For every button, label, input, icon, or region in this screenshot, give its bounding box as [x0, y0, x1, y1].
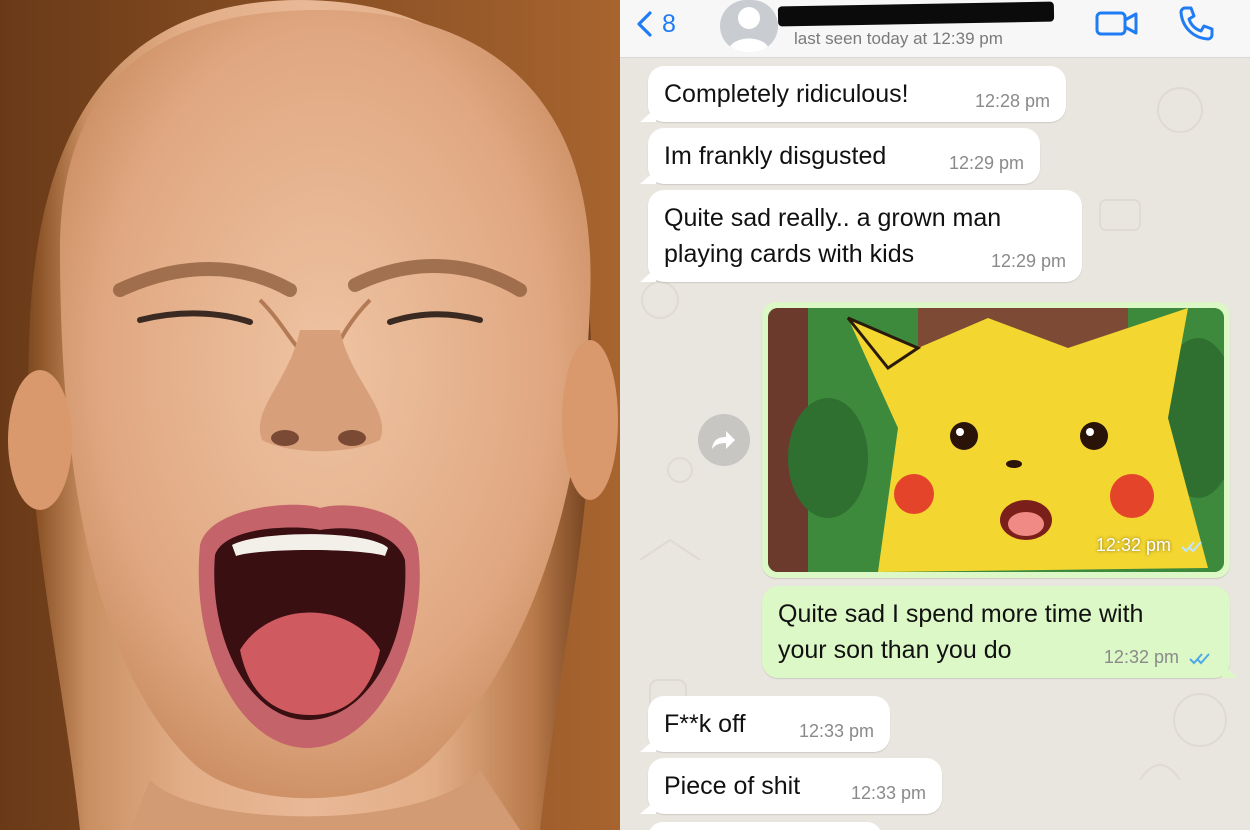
- message-time: 12:33 pm: [798, 721, 874, 741]
- screaming-woman-photo: [0, 0, 620, 830]
- chat-screen: 8 last seen today at 12:39 pm Completely…: [620, 0, 1250, 830]
- double-check-read-icon: [1189, 653, 1210, 665]
- message-bubble-incoming-partial[interactable]: [648, 822, 882, 830]
- back-button[interactable]: 8: [634, 6, 694, 42]
- phone-icon: [1179, 6, 1214, 41]
- message-time: 12:28 pm: [974, 91, 1050, 111]
- contact-avatar[interactable]: [720, 0, 778, 52]
- message-time: 12:29 pm: [948, 153, 1024, 173]
- message-bubble-incoming[interactable]: Quite sad really.. a grown man playing c…: [648, 190, 1082, 282]
- message-time: 12:32 pm: [1104, 647, 1214, 668]
- image-message-bubble[interactable]: 12:32 pm: [762, 302, 1230, 578]
- avatar-placeholder-icon: [728, 7, 770, 52]
- last-seen-status: last seen today at 12:39 pm: [794, 29, 1003, 48]
- video-call-icon: [1095, 11, 1138, 36]
- forward-arrow-icon: [712, 431, 735, 449]
- double-check-read-icon: [1181, 541, 1202, 553]
- message-bubble-incoming[interactable]: Im frankly disgusted 12:29 pm: [648, 128, 1040, 184]
- chevron-left-icon: [637, 11, 652, 37]
- message-bubble-incoming[interactable]: Piece of shit 12:33 pm: [648, 758, 942, 814]
- chat-header: 8 last seen today at 12:39 pm: [620, 0, 1250, 58]
- message-bubble-outgoing[interactable]: Quite sad I spend more time with your so…: [762, 586, 1230, 678]
- surprised-pikachu-image[interactable]: 12:32 pm: [768, 308, 1224, 572]
- message-time: 12:29 pm: [990, 251, 1066, 271]
- forward-button[interactable]: [698, 414, 750, 466]
- contact-name-redacted[interactable]: [777, 1, 1055, 27]
- voice-call-button[interactable]: [1176, 4, 1216, 42]
- unread-count: 8: [662, 9, 676, 38]
- message-bubble-incoming[interactable]: F**k off 12:33 pm: [648, 696, 890, 752]
- message-time: 12:33 pm: [850, 783, 926, 803]
- message-bubble-incoming[interactable]: Completely ridiculous! 12:28 pm: [648, 66, 1066, 122]
- message-time: 12:32 pm: [1096, 535, 1206, 556]
- video-call-button[interactable]: [1094, 6, 1140, 40]
